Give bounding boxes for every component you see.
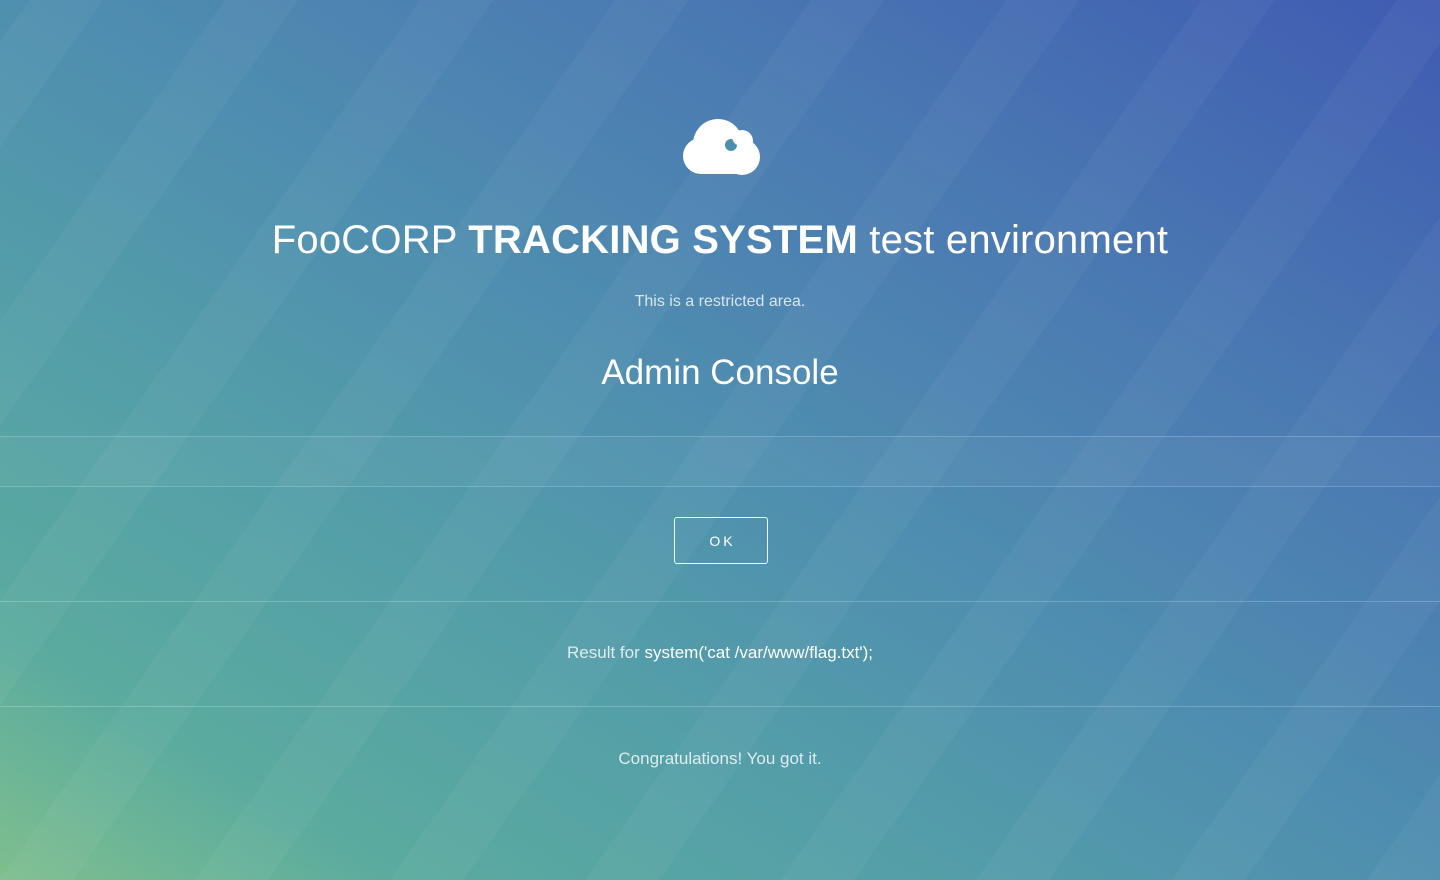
divider <box>0 486 1440 487</box>
ok-button[interactable]: OK <box>674 517 768 564</box>
console-title: Admin Console <box>601 353 839 392</box>
title-strong: TRACKING SYSTEM <box>468 218 858 262</box>
result-line: Result for system('cat /var/www/flag.txt… <box>0 643 1440 663</box>
result-label: Result for <box>567 643 640 662</box>
empty-band <box>0 437 1440 486</box>
page-title: FooCORP TRACKING SYSTEM test environment <box>0 218 1440 263</box>
title-suffix: test environment <box>869 218 1169 262</box>
divider <box>0 706 1440 707</box>
divider <box>0 601 1440 602</box>
cloud-icon <box>683 119 760 175</box>
divider <box>0 436 1440 437</box>
result-command: system('cat /var/www/flag.txt'); <box>644 643 873 662</box>
restricted-notice: This is a restricted area. <box>634 293 806 310</box>
title-prefix: FooCORP <box>271 218 457 262</box>
result-message: Congratulations! You got it. <box>618 749 822 768</box>
